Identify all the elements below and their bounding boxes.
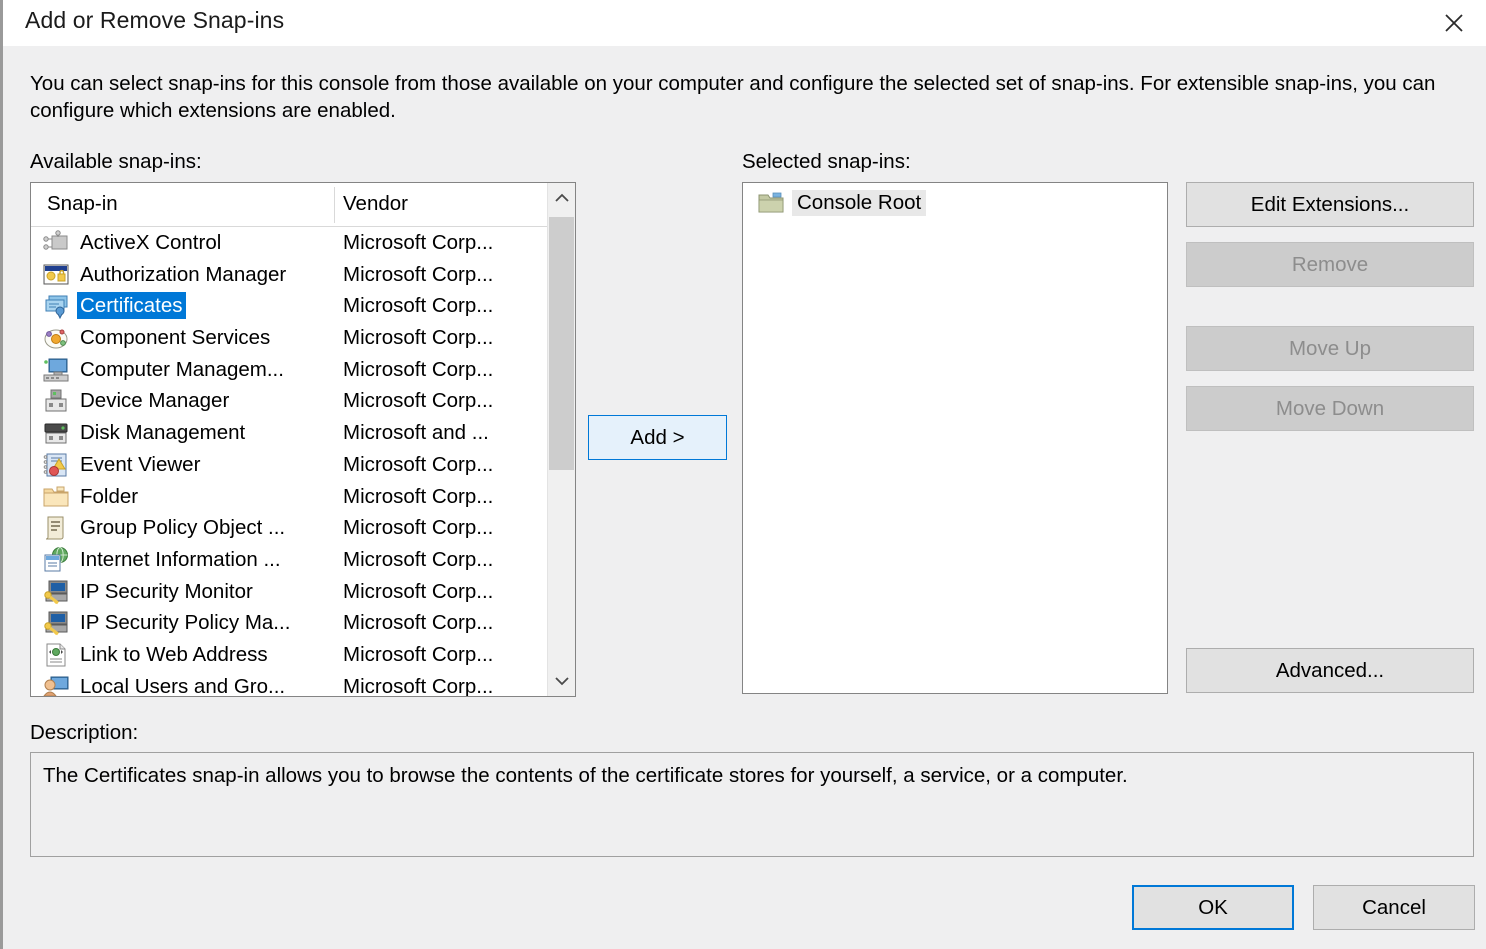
scroll-down-button[interactable] — [548, 666, 575, 696]
snapin-vendor: Microsoft Corp... — [343, 231, 494, 254]
snapin-row[interactable]: Certificates Microsoft Corp... — [31, 290, 549, 322]
snapin-vendor: Microsoft Corp... — [343, 484, 494, 508]
selected-snapins-label: Selected snap-ins: — [742, 150, 911, 173]
snapin-vendor: Microsoft Corp... — [343, 674, 494, 697]
snapin-name: Authorization Manager — [80, 262, 287, 286]
local-users-icon — [43, 674, 69, 696]
snapin-name: Internet Information ... — [80, 547, 281, 571]
component-services-icon — [43, 325, 69, 351]
tree-item-label: Console Root — [792, 190, 927, 216]
activex-control-icon — [43, 230, 69, 256]
snapin-row[interactable]: Group Policy Object ... Microsoft Corp... — [31, 512, 549, 544]
edit-extensions-button[interactable]: Edit Extensions... — [1186, 182, 1474, 227]
tree-item-console-root[interactable]: Console Root — [758, 188, 927, 218]
snapin-row[interactable]: ActiveX Control Microsoft Corp... — [31, 227, 549, 259]
available-snapins-listbox[interactable]: Snap-in Vendor ActiveX Control Microsoft … — [30, 182, 576, 697]
snapin-row[interactable]: IP Security Policy Ma... Microsoft Corp..… — [31, 607, 549, 639]
list-scrollbar[interactable] — [547, 183, 575, 696]
snapin-row[interactable]: Component Services Microsoft Corp... — [31, 322, 549, 354]
scrollbar-track[interactable] — [548, 213, 575, 666]
scroll-up-button[interactable] — [548, 183, 575, 213]
title-bar: Add or Remove Snap-ins — [3, 0, 1486, 46]
snapin-name: Group Policy Object ... — [80, 516, 286, 540]
authorization-manager-icon — [43, 262, 69, 288]
snapin-name: Local Users and Gro... — [80, 674, 286, 697]
column-divider — [334, 187, 335, 223]
disk-management-icon — [43, 420, 69, 446]
internet-information-icon — [43, 546, 69, 573]
list-column-header: Snap-in Vendor — [31, 183, 549, 227]
snapin-name: Computer Managem... — [80, 357, 284, 381]
snapin-vendor: Microsoft Corp... — [343, 516, 494, 540]
snapin-row[interactable]: IP Security Monitor Microsoft Corp... — [31, 576, 549, 608]
snapin-row[interactable]: Local Users and Gro... Microsoft Corp... — [31, 671, 549, 697]
available-snapins-label: Available snap-ins: — [30, 150, 202, 173]
ip-security-monitor-icon — [43, 579, 69, 605]
ok-button[interactable]: OK — [1132, 885, 1294, 930]
snapin-row[interactable]: Computer Managem... Microsoft Corp... — [31, 354, 549, 386]
snapin-vendor: Microsoft Corp... — [343, 642, 494, 666]
column-header-vendor[interactable]: Vendor — [343, 192, 408, 216]
snapin-vendor: Microsoft and ... — [343, 421, 489, 445]
snapin-name: ActiveX Control — [80, 231, 222, 254]
snapin-vendor: Microsoft Corp... — [343, 452, 494, 476]
chevron-up-icon — [554, 193, 569, 202]
column-header-snapin[interactable]: Snap-in — [47, 192, 118, 216]
snapin-vendor: Microsoft Corp... — [343, 294, 494, 318]
snapin-name: Component Services — [80, 326, 271, 350]
snapin-row[interactable]: Folder Microsoft Corp... — [31, 481, 549, 513]
event-viewer-icon — [43, 452, 69, 478]
device-manager-icon — [43, 388, 69, 414]
snapin-vendor: Microsoft Corp... — [343, 611, 494, 635]
description-label: Description: — [30, 721, 139, 744]
snapin-name: Folder — [80, 484, 139, 508]
snapin-row[interactable]: Internet Information ... Microsoft Corp..… — [31, 544, 549, 576]
snapin-vendor: Microsoft Corp... — [343, 389, 494, 413]
snapin-name: IP Security Policy Ma... — [80, 611, 291, 635]
dialog-title: Add or Remove Snap-ins — [25, 7, 285, 33]
snapin-vendor: Microsoft Corp... — [343, 547, 494, 571]
add-button[interactable]: Add > — [588, 415, 727, 460]
description-text: The Certificates snap-in allows you to b… — [43, 764, 1128, 787]
ip-security-policy-icon — [43, 610, 69, 636]
snapin-name: Device Manager — [80, 389, 230, 413]
advanced-button[interactable]: Advanced... — [1186, 648, 1474, 693]
snapin-name: Certificates — [77, 292, 186, 320]
certificates-icon — [43, 293, 69, 320]
snapin-row[interactable]: Device Manager Microsoft Corp... — [31, 385, 549, 417]
selected-snapins-tree[interactable]: Console Root — [742, 182, 1168, 694]
scrollbar-thumb[interactable] — [549, 217, 574, 470]
snapin-vendor: Microsoft Corp... — [343, 326, 494, 350]
computer-management-icon — [43, 357, 69, 383]
snapin-row[interactable]: Event Viewer Microsoft Corp... — [31, 449, 549, 481]
description-box: The Certificates snap-in allows you to b… — [30, 752, 1474, 857]
close-button[interactable] — [1422, 0, 1486, 46]
link-to-web-address-icon — [43, 642, 69, 668]
chevron-down-icon — [554, 677, 569, 686]
snapin-name: Disk Management — [80, 421, 246, 445]
move-up-button: Move Up — [1186, 326, 1474, 371]
folder-icon — [758, 192, 784, 213]
folder-icon — [43, 484, 69, 510]
add-remove-snapins-dialog: Add or Remove Snap-ins You can select sn… — [0, 0, 1486, 949]
intro-text: You can select snap-ins for this console… — [30, 72, 1436, 122]
snapin-row[interactable]: Authorization Manager Microsoft Corp... — [31, 259, 549, 291]
snapin-row[interactable]: Disk Management Microsoft and ... — [31, 417, 549, 449]
snapin-row-container: ActiveX Control Microsoft Corp... Authoriz… — [31, 227, 549, 697]
group-policy-icon — [43, 515, 69, 541]
close-icon — [1445, 14, 1463, 32]
snapin-name: IP Security Monitor — [80, 579, 253, 603]
move-down-button: Move Down — [1186, 386, 1474, 431]
snapin-name: Event Viewer — [80, 452, 201, 476]
snapin-vendor: Microsoft Corp... — [343, 579, 494, 603]
snapin-row[interactable]: Link to Web Address Microsoft Corp... — [31, 639, 549, 671]
snapin-vendor: Microsoft Corp... — [343, 262, 494, 286]
snapin-vendor: Microsoft Corp... — [343, 357, 494, 381]
snapin-name: Link to Web Address — [80, 642, 268, 666]
remove-button: Remove — [1186, 242, 1474, 287]
cancel-button[interactable]: Cancel — [1313, 885, 1475, 930]
